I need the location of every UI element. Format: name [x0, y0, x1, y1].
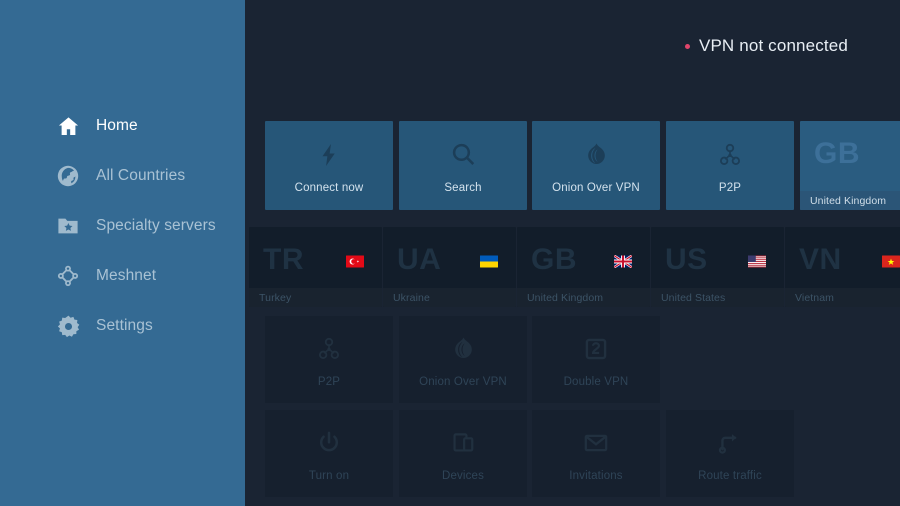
tile-label: Onion Over VPN: [419, 375, 507, 388]
route-icon: [713, 426, 747, 460]
uk-flag-icon: [614, 255, 632, 268]
sidebar-item-meshnet[interactable]: Meshnet: [0, 254, 245, 298]
lightning-icon: [312, 138, 346, 172]
meshnet-action-turn-on[interactable]: Turn on: [265, 410, 393, 497]
country-card-united-states[interactable]: US United States: [651, 227, 784, 307]
tile-label: Devices: [442, 469, 484, 482]
search-icon: [446, 138, 480, 172]
sidebar-item-specialty-servers[interactable]: Specialty servers: [0, 204, 245, 248]
country-name-bar: Vietnam: [785, 288, 900, 307]
meshnet-icon: [54, 262, 82, 290]
country-name-bar: Turkey: [249, 288, 382, 307]
sidebar: Home All Countries Specialty servers Mes…: [0, 0, 245, 506]
country-name-bar: Ukraine: [383, 288, 516, 307]
country-code: VN: [799, 243, 842, 276]
devices-icon: [446, 426, 480, 460]
sidebar-item-home[interactable]: Home: [0, 104, 245, 148]
country-card-turkey[interactable]: TR Turkey: [249, 227, 382, 307]
sidebar-item-label: Specialty servers: [96, 217, 216, 234]
p2p-icon: [713, 138, 747, 172]
tile-label: Route traffic: [698, 469, 762, 482]
globe-icon: [54, 162, 82, 190]
usa-flag-icon: [748, 255, 766, 268]
gear-icon: [54, 312, 82, 340]
status-label: VPN not connected: [698, 36, 848, 55]
meshnet-action-route-traffic[interactable]: Route traffic: [666, 410, 794, 497]
country-name: Vietnam: [795, 291, 835, 304]
home-icon: [54, 112, 82, 140]
tile-label: Connect now: [294, 181, 364, 194]
tile-label: Invitations: [569, 469, 623, 482]
meshnet-action-invitations[interactable]: Invitations: [532, 410, 660, 497]
sidebar-item-label: Meshnet: [96, 267, 157, 284]
specialty-server-onion-over-vpn[interactable]: Onion Over VPN: [399, 316, 527, 403]
featured-country-card[interactable]: GB United Kingdom: [800, 121, 900, 210]
country-name-bar: United Kingdom: [800, 191, 900, 210]
vietnam-flag-icon: [882, 255, 900, 268]
vpn-status-badge: VPN not connected: [684, 36, 848, 56]
country-code: TR: [263, 243, 304, 276]
double-vpn-icon: [579, 332, 613, 366]
quick-action-p2p[interactable]: P2P: [666, 121, 794, 210]
sidebar-item-settings[interactable]: Settings: [0, 304, 245, 348]
country-name: United States: [661, 291, 726, 304]
sidebar-item-label: Settings: [96, 317, 153, 334]
specialty-server-p2p[interactable]: P2P: [265, 316, 393, 403]
folder-star-icon: [54, 212, 82, 240]
specialty-server-double-vpn[interactable]: Double VPN: [532, 316, 660, 403]
sidebar-item-label: All Countries: [96, 167, 186, 184]
country-name: Turkey: [259, 291, 292, 304]
country-code: GB: [814, 137, 860, 170]
quick-action-connect-now[interactable]: Connect now: [265, 121, 393, 210]
tile-label: Turn on: [308, 469, 350, 482]
country-name: Ukraine: [393, 291, 430, 304]
tile-label: P2P: [317, 375, 341, 388]
tile-label: Double VPN: [563, 375, 629, 388]
quick-action-onion-over-vpn[interactable]: Onion Over VPN: [532, 121, 660, 210]
country-code: UA: [397, 243, 442, 276]
tile-label: Search: [444, 181, 482, 194]
sidebar-item-all-countries[interactable]: All Countries: [0, 154, 245, 198]
meshnet-action-devices[interactable]: Devices: [399, 410, 527, 497]
onion-icon: [446, 332, 480, 366]
country-code: US: [665, 243, 708, 276]
country-card-vietnam[interactable]: VN Vietnam: [785, 227, 900, 307]
onion-icon: [579, 138, 613, 172]
country-code: GB: [531, 243, 577, 276]
tile-label: P2P: [718, 181, 742, 194]
p2p-icon: [312, 332, 346, 366]
ukraine-flag-icon: [480, 255, 498, 268]
turkey-flag-icon: [346, 255, 364, 268]
country-name-bar: United States: [651, 288, 784, 307]
country-name: United Kingdom: [527, 291, 604, 304]
country-card-ukraine[interactable]: UA Ukraine: [383, 227, 516, 307]
sidebar-item-label: Home: [96, 117, 138, 134]
envelope-icon: [579, 426, 613, 460]
country-name: United Kingdom: [810, 194, 887, 207]
tile-label: Onion Over VPN: [552, 181, 640, 194]
quick-action-search[interactable]: Search: [399, 121, 527, 210]
country-card-united-kingdom[interactable]: GB United Kingdom: [517, 227, 650, 307]
country-name-bar: United Kingdom: [517, 288, 650, 307]
vpn-app-window: Home All Countries Specialty servers Mes…: [0, 0, 900, 506]
status-dot-icon: [684, 44, 690, 49]
power-icon: [312, 426, 346, 460]
